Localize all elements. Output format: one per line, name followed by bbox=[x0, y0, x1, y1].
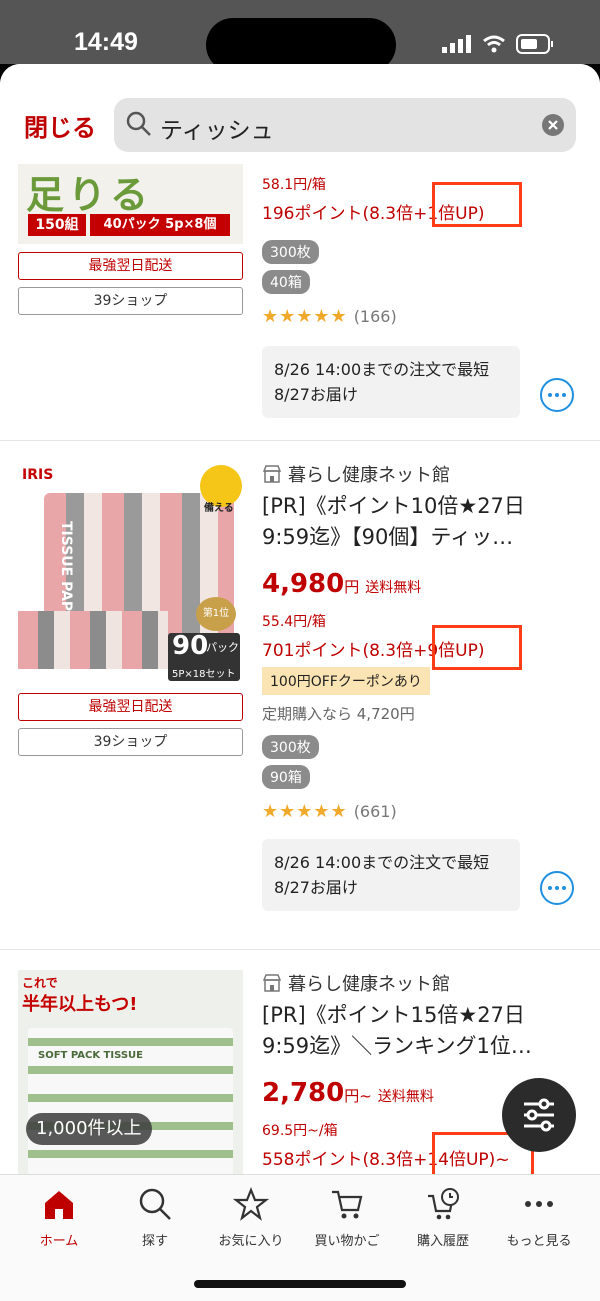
close-button[interactable]: 閉じる bbox=[24, 108, 96, 143]
rating-count: (661) bbox=[353, 802, 397, 821]
product-card[interactable]: IRIS TISSUE PAPER 備える 第1位 90 パック 5P×18セッ… bbox=[0, 441, 600, 949]
tab-label: もっと見る bbox=[506, 1234, 572, 1249]
tab-label: 買い物かご bbox=[314, 1234, 380, 1249]
price-suffix: 円 bbox=[344, 578, 360, 596]
product-image-text: IRIS bbox=[22, 467, 54, 483]
results-list[interactable]: 足りる 150組 40パック 5p×8個 最強翌日配送 39ショップ 58.1円… bbox=[0, 164, 600, 1174]
search-sheet: 閉じる ティッシュ 足りる 150組 40パック 5p×8個 最強翌日配送 39… bbox=[0, 64, 600, 1301]
coupon-badge[interactable]: 100円OFFクーポンあり bbox=[262, 667, 430, 695]
price-value: 4,980 bbox=[262, 569, 345, 599]
rating: ★★★★★ (166) bbox=[262, 306, 397, 327]
product-image-text: これで bbox=[22, 976, 58, 990]
wifi-icon bbox=[483, 35, 505, 53]
review-count-badge: 1,000件以上 bbox=[26, 1113, 152, 1145]
search-header: 閉じる ティッシュ bbox=[0, 64, 600, 164]
size-chip: 40箱 bbox=[262, 270, 310, 294]
battery-icon bbox=[516, 34, 553, 54]
shipping-label: 送料無料 bbox=[377, 1089, 434, 1105]
shop-badge: 39ショップ bbox=[18, 287, 243, 315]
tab-search[interactable]: 探す bbox=[107, 1175, 203, 1255]
tab-label: 探す bbox=[141, 1234, 168, 1249]
product-image[interactable]: IRIS TISSUE PAPER 備える 第1位 90 パック 5P×18セッ… bbox=[18, 461, 243, 686]
rating: ★★★★★ (661) bbox=[262, 801, 397, 822]
product-image[interactable]: 足りる 150組 40パック 5p×8個 bbox=[18, 164, 243, 244]
price-value: 2,780 bbox=[262, 1078, 345, 1108]
product-image-text: 第1位 bbox=[196, 597, 236, 631]
product-image-text: 備える bbox=[204, 503, 234, 514]
product-image-text: 半年以上もつ! bbox=[22, 994, 138, 1015]
delivery-badge: 最強翌日配送 bbox=[18, 252, 243, 280]
tab-home[interactable]: ホーム bbox=[11, 1175, 107, 1255]
highlight-box bbox=[432, 182, 522, 227]
product-image-text: 足りる bbox=[26, 173, 153, 217]
filter-button[interactable] bbox=[502, 1078, 576, 1152]
price-suffix: 円~ bbox=[344, 1087, 372, 1105]
product-price: 2,780円~ 送料無料 bbox=[262, 1078, 434, 1108]
tab-favorites[interactable]: お気に入り bbox=[203, 1175, 299, 1255]
history-icon bbox=[428, 1188, 459, 1220]
signal-icon bbox=[442, 35, 471, 53]
rating-count: (166) bbox=[353, 307, 397, 326]
unit-price: 55.4円/箱 bbox=[262, 614, 326, 630]
rating-stars: ★★★★★ bbox=[262, 306, 348, 327]
shipping-label: 送料無料 bbox=[365, 580, 422, 596]
unit-price: 69.5円~/箱 bbox=[262, 1123, 338, 1139]
status-bar: 14:49 bbox=[0, 0, 600, 72]
clear-icon[interactable] bbox=[542, 114, 564, 136]
product-image-text: パック bbox=[206, 641, 239, 654]
tab-label: ホーム bbox=[39, 1234, 79, 1249]
highlight-box bbox=[432, 625, 522, 670]
shop-name-label: 暮らし健康ネット館 bbox=[288, 974, 450, 995]
shop-name[interactable]: 暮らし健康ネット館 bbox=[262, 461, 450, 487]
tab-history[interactable]: 購入履歴 bbox=[395, 1175, 491, 1255]
cart-icon bbox=[332, 1190, 363, 1219]
product-price: 4,980円 送料無料 bbox=[262, 569, 421, 599]
filter-icon bbox=[524, 1098, 554, 1132]
home-icon bbox=[45, 1191, 73, 1219]
status-time: 14:49 bbox=[74, 28, 138, 56]
tab-label: 購入履歴 bbox=[416, 1234, 469, 1249]
shop-badge: 39ショップ bbox=[18, 728, 243, 756]
shop-name[interactable]: 暮らし健康ネット館 bbox=[262, 970, 450, 996]
shop-name-label: 暮らし健康ネット館 bbox=[288, 465, 450, 486]
more-options-button[interactable] bbox=[540, 871, 574, 905]
size-chip: 90箱 bbox=[262, 765, 310, 789]
home-indicator[interactable] bbox=[194, 1280, 406, 1288]
product-title[interactable]: [PR]《ポイント10倍★27日9:59迄》【90個】ティッ… bbox=[262, 491, 562, 553]
subscription-price: 定期購入なら 4,720円 bbox=[262, 705, 415, 723]
tab-label: お気に入り bbox=[218, 1234, 284, 1249]
product-image[interactable]: これで 半年以上もつ! SOFT PACK TISSUE 1,000件以上 bbox=[18, 970, 243, 1174]
product-image-text: 150組 bbox=[28, 214, 86, 236]
delivery-badge: 最強翌日配送 bbox=[18, 693, 243, 721]
store-icon bbox=[262, 465, 282, 483]
search-icon bbox=[139, 1188, 171, 1220]
more-icon bbox=[525, 1201, 553, 1207]
size-chip: 300枚 bbox=[262, 735, 319, 759]
product-image-text: 90 bbox=[172, 631, 209, 661]
unit-price: 58.1円/箱 bbox=[262, 177, 326, 193]
product-card[interactable]: 足りる 150組 40パック 5p×8個 最強翌日配送 39ショップ 58.1円… bbox=[0, 164, 600, 440]
size-chip: 300枚 bbox=[262, 240, 319, 264]
store-icon bbox=[262, 974, 282, 992]
tab-more[interactable]: もっと見る bbox=[491, 1175, 587, 1255]
search-icon bbox=[126, 111, 151, 136]
product-image-text: SOFT PACK TISSUE bbox=[38, 1050, 144, 1061]
rating-stars: ★★★★★ bbox=[262, 801, 348, 822]
delivery-info: 8/26 14:00までの注文で最短8/27お届け bbox=[262, 346, 520, 418]
search-input[interactable]: ティッシュ bbox=[114, 98, 576, 152]
product-image-text: 5P×18セット bbox=[172, 669, 236, 680]
status-icons bbox=[442, 34, 554, 54]
star-icon bbox=[233, 1187, 269, 1221]
product-title[interactable]: [PR]《ポイント15倍★27日9:59迄》＼ランキング1位… bbox=[262, 1000, 562, 1062]
tab-cart[interactable]: 買い物かご bbox=[299, 1175, 395, 1255]
delivery-info: 8/26 14:00までの注文で最短8/27お届け bbox=[262, 839, 520, 911]
more-options-button[interactable] bbox=[540, 378, 574, 412]
search-query: ティッシュ bbox=[160, 118, 274, 144]
product-image-text: 40パック 5p×8個 bbox=[90, 214, 230, 236]
